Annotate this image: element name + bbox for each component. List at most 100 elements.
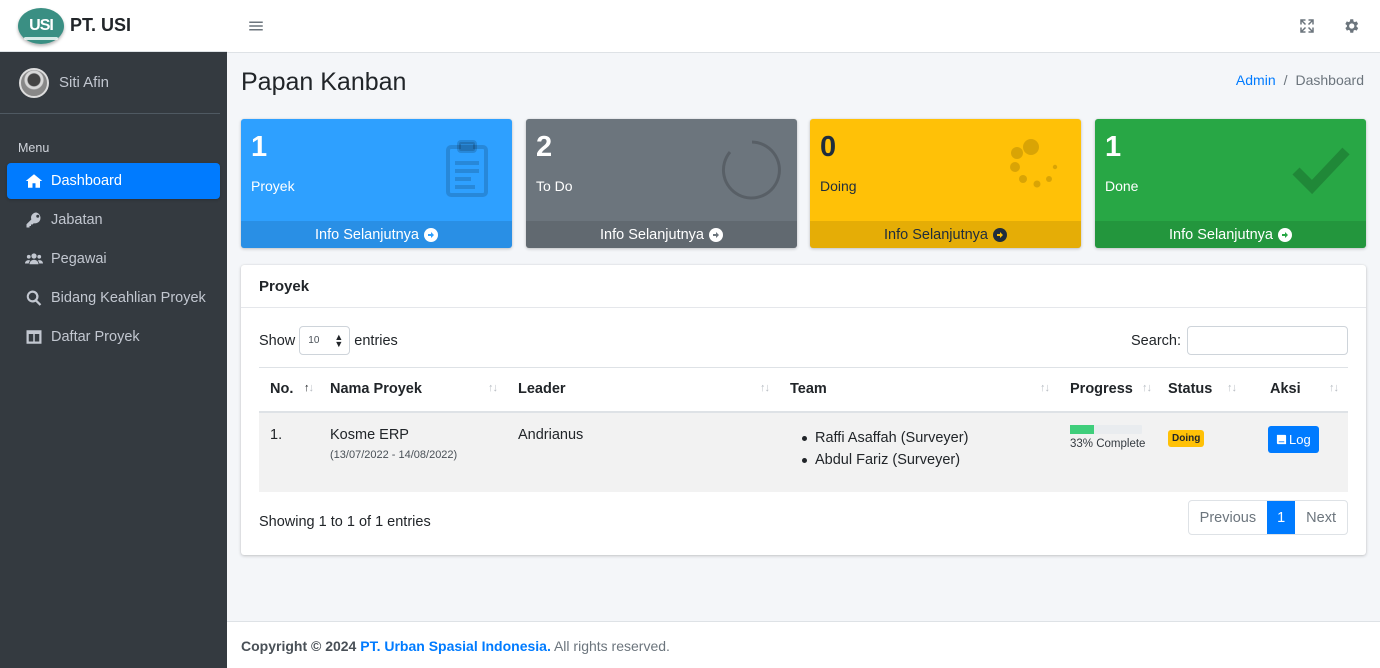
entries-select[interactable]: 10 ▲ ▼ [299, 326, 351, 355]
column-label: Progress [1070, 381, 1133, 398]
sort-icon: ↑↓ [488, 382, 498, 394]
sidebar-item-bidang-keahlian[interactable]: Bidang Keahlian Proyek [7, 280, 220, 316]
column-label: Aksi [1270, 381, 1301, 398]
cell-action: Log [1258, 411, 1348, 492]
rights-text: All rights reserved. [553, 638, 670, 654]
menu-header: Menu [18, 141, 50, 155]
table-row: 1. Kosme ERP (13/07/2022 - 14/08/2022) A… [259, 411, 1348, 492]
previous-button[interactable]: Previous [1189, 501, 1267, 534]
sort-icon: ↑↓ [1329, 382, 1339, 394]
avatar [19, 67, 49, 98]
cell-team: Raffi Asaffah (Surveyer) Abdul Fariz (Su… [779, 411, 1059, 492]
column-header-progress[interactable]: Progress ↑↓ [1059, 367, 1157, 413]
next-button[interactable]: Next [1295, 501, 1347, 534]
sidebar-item-jabatan[interactable]: Jabatan [7, 202, 220, 238]
stat-info-text: Info Selanjutnya [600, 226, 704, 243]
team-list: Raffi Asaffah (Surveyer) Abdul Fariz (Su… [790, 427, 1048, 471]
column-label: Leader [518, 381, 566, 398]
stat-label: Done [1105, 178, 1139, 194]
cell-status: Doing [1157, 411, 1258, 492]
stat-info-text: Info Selanjutnya [1169, 226, 1273, 243]
sidebar-item-label: Jabatan [51, 212, 103, 228]
sort-icon: ↑↓ [760, 382, 770, 394]
spinner-icon [1003, 137, 1069, 203]
column-label: Nama Proyek [330, 381, 422, 398]
sidebar-item-label: Bidang Keahlian Proyek [51, 290, 206, 306]
sidebar-item-pegawai[interactable]: Pegawai [7, 241, 220, 277]
log-button-label: Log [1289, 431, 1311, 447]
project-dates: (13/07/2022 - 14/08/2022) [330, 448, 458, 461]
cell-leader: Andrianus [507, 411, 779, 492]
user-name[interactable]: Siti Afin [59, 74, 109, 91]
project-name: Kosme ERP [330, 426, 409, 443]
column-header-leader[interactable]: Leader ↑↓ [507, 367, 779, 413]
hamburger-icon[interactable] [247, 17, 265, 35]
search-input[interactable] [1187, 326, 1348, 355]
breadcrumb-current: Dashboard [1295, 72, 1365, 88]
stat-box-done: 1 Done Info Selanjutnya [1095, 119, 1366, 248]
gear-icon[interactable] [1342, 17, 1360, 35]
stat-info-text: Info Selanjutnya [884, 226, 988, 243]
expand-icon[interactable] [1298, 17, 1316, 35]
column-label: No. [270, 381, 294, 398]
column-header-status[interactable]: Status ↑↓ [1157, 367, 1258, 413]
stat-box-todo: 2 To Do Info Selanjutnya [526, 119, 797, 248]
book-icon [1276, 434, 1287, 444]
stat-info-link[interactable]: Info Selanjutnya [526, 221, 797, 248]
sidebar-item-label: Dashboard [51, 173, 122, 189]
stat-box-doing: 0 Doing Info Selanjutnya [810, 119, 1081, 248]
stat-info-link[interactable]: Info Selanjutnya [1095, 221, 1366, 248]
column-header-no[interactable]: No. ↑↓ [259, 367, 319, 413]
key-icon [25, 211, 43, 229]
check-icon [1288, 137, 1354, 203]
entries-label: entries [354, 332, 398, 349]
stat-box-proyek: 1 Proyek Info Selanjutnya [241, 119, 512, 248]
sidebar-item-label: Pegawai [51, 251, 107, 267]
sidebar-item-label: Daftar Proyek [51, 329, 140, 345]
search-label: Search: [1131, 332, 1181, 349]
project-table: No. ↑↓ Nama Proyek ↑↓ Leader ↑↓ Team ↑↓ Prog… [259, 367, 1348, 492]
entries-select-value: 10 [308, 335, 320, 346]
table-info: Showing 1 to 1 of 1 entries [259, 514, 431, 530]
brand-logo: USI [18, 7, 64, 44]
column-header-nama-proyek[interactable]: Nama Proyek ↑↓ [319, 367, 507, 413]
progress-text: 33% Complete [1070, 437, 1146, 450]
page-1-button[interactable]: 1 [1267, 501, 1296, 534]
stat-info-link[interactable]: Info Selanjutnya [241, 221, 512, 248]
brand-link[interactable]: USI PT. USI [0, 0, 227, 52]
pagination: Previous 1 Next [1187, 500, 1348, 535]
stat-label: Doing [820, 178, 857, 194]
status-badge: Doing [1168, 429, 1205, 447]
log-button[interactable]: Log [1268, 425, 1319, 453]
stat-value: 0 [820, 131, 837, 163]
topbar [227, 0, 1380, 53]
progress-bar [1070, 424, 1142, 434]
user-panel[interactable]: Siti Afin [0, 52, 220, 114]
home-icon [25, 172, 43, 190]
circle-notch-icon [719, 137, 785, 203]
breadcrumb: Admin / Dashboard [1236, 72, 1364, 88]
stat-info-link[interactable]: Info Selanjutnya [810, 221, 1081, 248]
column-header-team[interactable]: Team ↑↓ [779, 367, 1059, 413]
stat-value: 1 [251, 131, 268, 163]
sidebar: USI PT. USI Siti Afin Menu Dashboard Jab… [0, 0, 227, 668]
stat-label: Proyek [251, 178, 295, 194]
cell-progress: 33% Complete [1059, 411, 1157, 492]
company-link[interactable]: PT. Urban Spasial Indonesia. [360, 638, 551, 654]
sidebar-item-daftar-proyek[interactable]: Daftar Proyek [7, 319, 220, 355]
arrow-circle-right-icon [1278, 227, 1292, 242]
team-member: Abdul Fariz (Surveyer) [802, 449, 1048, 471]
entries-length-control: Show 10 ▲ ▼ entries [259, 326, 398, 355]
clipboard-icon [434, 137, 500, 203]
table-search: Search: [1131, 326, 1348, 355]
progress-fill [1070, 424, 1094, 434]
column-header-aksi[interactable]: Aksi ↑↓ [1258, 367, 1348, 413]
select-arrows-icon: ▲ ▼ [334, 331, 344, 349]
sidebar-item-dashboard[interactable]: Dashboard [7, 163, 220, 199]
breadcrumb-home-link[interactable]: Admin [1236, 72, 1276, 88]
stat-value: 1 [1105, 131, 1122, 163]
project-card: Proyek Show 10 ▲ ▼ entries Search: No. ↑↓ … [241, 265, 1366, 555]
copyright-text: Copyright © 2024 [241, 638, 357, 654]
stat-value: 2 [536, 131, 553, 163]
arrow-circle-right-icon [993, 227, 1007, 242]
